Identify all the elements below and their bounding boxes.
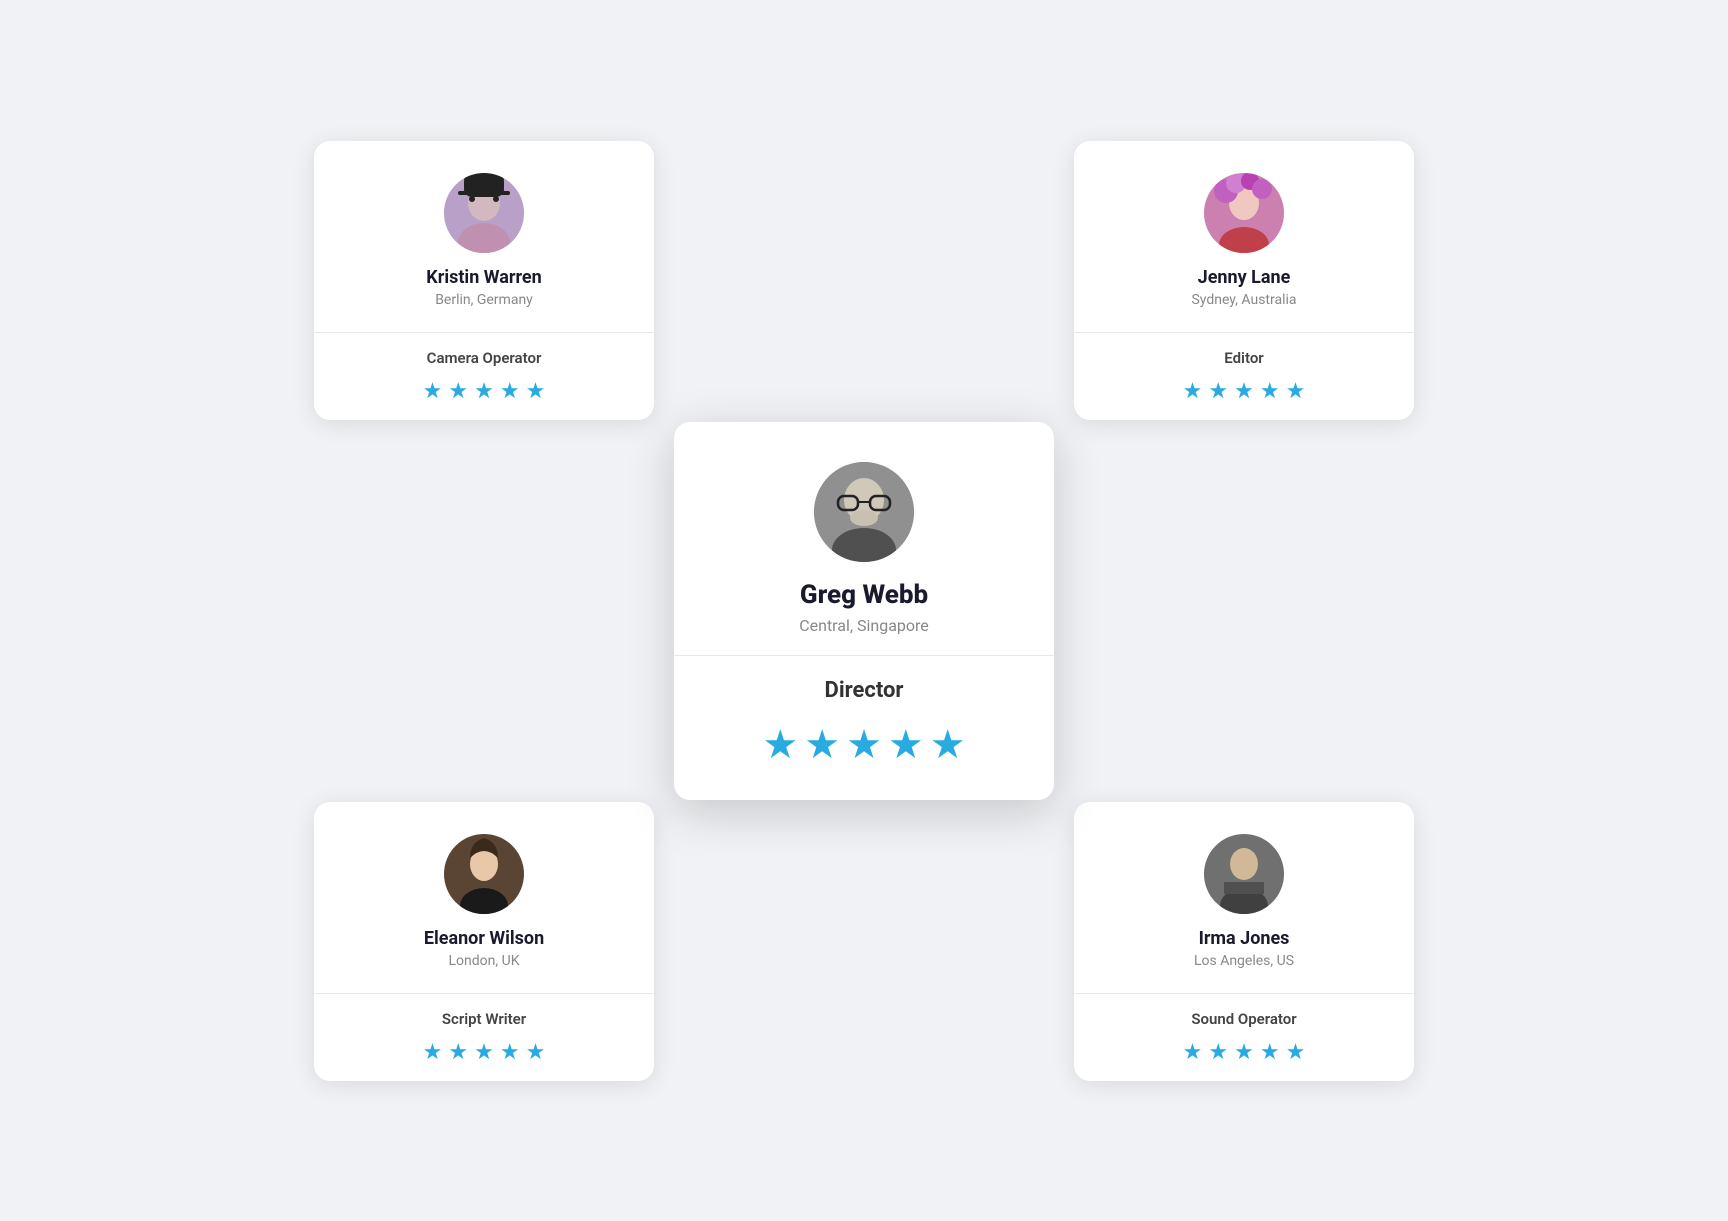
stars-greg: ★ ★ ★ ★ ★	[762, 721, 965, 768]
star-4: ★	[500, 1040, 520, 1065]
star-2: ★	[1208, 1040, 1228, 1065]
card-kristin-warren[interactable]: Kristin Warren Berlin, Germany Camera Op…	[314, 141, 654, 420]
location-eleanor: London, UK	[449, 953, 520, 969]
star-1: ★	[1183, 379, 1203, 404]
star-4: ★	[500, 379, 520, 404]
name-irma: Irma Jones	[1199, 928, 1290, 949]
profile-cards-scene: Kristin Warren Berlin, Germany Camera Op…	[314, 121, 1414, 1101]
location-jenny: Sydney, Australia	[1191, 292, 1296, 308]
avatar-kristin	[444, 173, 524, 253]
star-5: ★	[1286, 379, 1306, 404]
star-1: ★	[762, 721, 798, 768]
star-2: ★	[448, 379, 468, 404]
stars-eleanor: ★ ★ ★ ★ ★	[423, 1040, 546, 1065]
star-5: ★	[526, 1040, 546, 1065]
stars-jenny: ★ ★ ★ ★ ★	[1183, 379, 1306, 404]
star-4: ★	[888, 721, 924, 768]
star-2: ★	[804, 721, 840, 768]
role-eleanor: Script Writer	[442, 1010, 526, 1028]
card-irma-jones[interactable]: Irma Jones Los Angeles, US Sound Operato…	[1074, 802, 1414, 1081]
avatar-irma	[1204, 834, 1284, 914]
name-kristin: Kristin Warren	[426, 267, 541, 288]
star-4: ★	[1260, 1040, 1280, 1065]
card-greg-webb[interactable]: Greg Webb Central, Singapore Director ★ …	[674, 422, 1054, 800]
location-kristin: Berlin, Germany	[435, 292, 533, 308]
stars-irma: ★ ★ ★ ★ ★	[1183, 1040, 1306, 1065]
avatar-eleanor	[444, 834, 524, 914]
role-jenny: Editor	[1224, 349, 1263, 367]
star-3: ★	[474, 379, 494, 404]
star-3: ★	[474, 1040, 494, 1065]
location-irma: Los Angeles, US	[1194, 953, 1294, 969]
star-4: ★	[1260, 379, 1280, 404]
star-2: ★	[448, 1040, 468, 1065]
star-5: ★	[1286, 1040, 1306, 1065]
role-greg: Director	[825, 678, 904, 703]
name-jenny: Jenny Lane	[1198, 267, 1291, 288]
card-jenny-lane[interactable]: Jenny Lane Sydney, Australia Editor ★ ★ …	[1074, 141, 1414, 420]
star-1: ★	[423, 379, 443, 404]
card-eleanor-wilson[interactable]: Eleanor Wilson London, UK Script Writer …	[314, 802, 654, 1081]
name-eleanor: Eleanor Wilson	[424, 928, 544, 949]
star-3: ★	[1234, 379, 1254, 404]
name-greg: Greg Webb	[800, 580, 928, 610]
star-5: ★	[930, 721, 966, 768]
star-2: ★	[1208, 379, 1228, 404]
star-5: ★	[526, 379, 546, 404]
location-greg: Central, Singapore	[799, 616, 929, 635]
star-3: ★	[846, 721, 882, 768]
role-irma: Sound Operator	[1191, 1010, 1296, 1028]
avatar-jenny	[1204, 173, 1284, 253]
avatar-greg	[814, 462, 914, 562]
role-kristin: Camera Operator	[427, 349, 542, 367]
stars-kristin: ★ ★ ★ ★ ★	[423, 379, 546, 404]
star-1: ★	[423, 1040, 443, 1065]
star-1: ★	[1183, 1040, 1203, 1065]
star-3: ★	[1234, 1040, 1254, 1065]
